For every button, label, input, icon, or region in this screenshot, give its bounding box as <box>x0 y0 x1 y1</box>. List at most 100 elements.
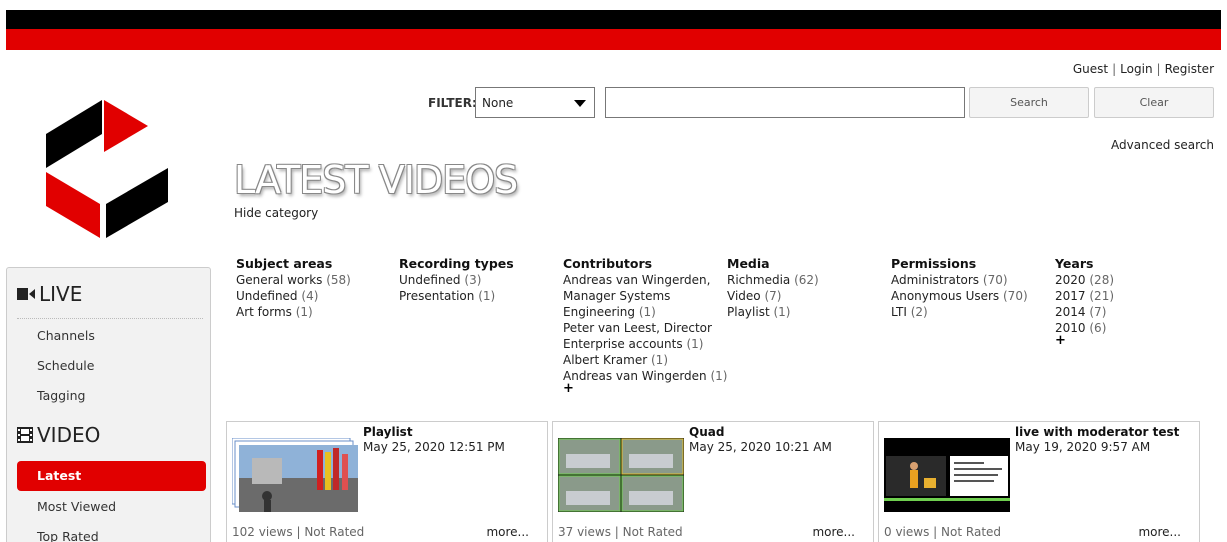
guest-link[interactable]: Guest <box>1073 62 1108 76</box>
category-item[interactable]: 2017 (21) <box>1055 288 1114 304</box>
separator: | <box>296 525 301 539</box>
login-link[interactable]: Login <box>1120 62 1152 76</box>
category-item-label: 2017 <box>1055 289 1086 303</box>
category-item[interactable]: Peter van Leest, Director <box>563 320 727 336</box>
advanced-search-link[interactable]: Advanced search <box>1111 138 1214 152</box>
live-heading: LIVE <box>17 282 82 306</box>
category-item[interactable]: Andreas van Wingerden, <box>563 272 727 288</box>
category-column: Subject areas General works (58) Undefined… <box>236 256 351 320</box>
category-item-count: (3) <box>464 273 482 287</box>
filter-selected-value: None <box>482 96 514 110</box>
category-item[interactable]: Enterprise accounts (1) <box>563 336 727 352</box>
separator: | <box>1112 62 1117 76</box>
category-item[interactable]: Richmedia (62) <box>727 272 819 288</box>
category-title: Years <box>1055 256 1094 271</box>
category-item-label: General works <box>236 273 323 287</box>
category-item-label: Manager Systems <box>563 289 671 303</box>
category-item[interactable]: Anonymous Users (70) <box>891 288 1028 304</box>
more-link[interactable]: more... <box>486 525 529 539</box>
category-title: Recording types <box>399 256 514 271</box>
category-item-label: 2014 <box>1055 305 1086 319</box>
sidebar-item-latest[interactable]: Latest <box>17 461 206 491</box>
category-item-label: Peter van Leest, Director <box>563 321 712 335</box>
search-button[interactable]: Search <box>969 87 1089 118</box>
category-item-label: Richmedia <box>727 273 791 287</box>
clear-button[interactable]: Clear <box>1094 87 1214 118</box>
category-column: Contributors Andreas van Wingerden, Manage… <box>563 256 727 395</box>
category-item[interactable]: Administrators (70) <box>891 272 1028 288</box>
category-item[interactable]: Video (7) <box>727 288 819 304</box>
category-item[interactable]: Andreas van Wingerden (1) <box>563 368 727 384</box>
category-item-count: (70) <box>982 273 1008 287</box>
category-item-label: Enterprise accounts <box>563 337 683 351</box>
category-title: Permissions <box>891 256 977 271</box>
expand-plus-icon[interactable]: + <box>1055 334 1114 347</box>
category-item[interactable]: Manager Systems <box>563 288 727 304</box>
video-title[interactable]: Playlist <box>363 425 413 439</box>
rating: Not Rated <box>304 525 365 539</box>
page-title: LATEST VIDEOS <box>234 158 518 202</box>
category-item[interactable]: Undefined (3) <box>399 272 514 288</box>
category-item-label: Anonymous Users <box>891 289 1000 303</box>
category-title: Contributors <box>563 256 653 271</box>
category-item[interactable]: Albert Kramer (1) <box>563 352 727 368</box>
view-count: 37 views <box>558 525 611 539</box>
video-card[interactable]: Playlist May 25, 2020 12:51 PM 102 views… <box>226 421 548 542</box>
search-input[interactable] <box>605 87 965 118</box>
category-item-label: LTI <box>891 305 907 319</box>
register-link[interactable]: Register <box>1165 62 1214 76</box>
category-item[interactable]: Playlist (1) <box>727 304 819 320</box>
video-camera-icon <box>17 288 35 300</box>
video-heading-label: VIDEO <box>37 423 101 447</box>
category-item-count: (58) <box>326 273 351 287</box>
category-item[interactable]: 2020 (28) <box>1055 272 1114 288</box>
category-item[interactable]: Engineering (1) <box>563 304 727 320</box>
category-item-label: Video <box>727 289 761 303</box>
video-stats: 37 views | Not Rated <box>558 525 683 539</box>
site-logo[interactable] <box>40 96 170 238</box>
video-title[interactable]: Quad <box>689 425 724 439</box>
category-item[interactable]: LTI (2) <box>891 304 1028 320</box>
sidebar-item-top-rated[interactable]: Top Rated <box>37 529 99 542</box>
category-item-count: (28) <box>1089 273 1115 287</box>
header-red-bar <box>6 29 1221 50</box>
video-card[interactable]: Quad May 25, 2020 10:21 AM 37 views | No… <box>552 421 874 542</box>
hide-category-link[interactable]: Hide category <box>234 206 318 220</box>
live-heading-label: LIVE <box>39 282 83 306</box>
category-item[interactable]: Art forms (1) <box>236 304 351 320</box>
more-link[interactable]: more... <box>812 525 855 539</box>
category-item[interactable]: 2014 (7) <box>1055 304 1114 320</box>
separator: | <box>1156 62 1161 76</box>
separator: | <box>614 525 619 539</box>
category-item[interactable]: Undefined (4) <box>236 288 351 304</box>
video-thumbnail[interactable] <box>884 438 1010 512</box>
category-item-label: Andreas van Wingerden <box>563 369 707 383</box>
more-link[interactable]: more... <box>1138 525 1181 539</box>
view-count: 102 views <box>232 525 293 539</box>
user-links: Guest | Login | Register <box>1073 62 1214 76</box>
expand-plus-icon[interactable]: + <box>563 382 727 395</box>
category-item[interactable]: Presentation (1) <box>399 288 514 304</box>
filter-select[interactable]: None <box>475 87 595 118</box>
video-thumbnail[interactable] <box>232 438 358 512</box>
category-item-count: (7) <box>764 289 782 303</box>
header-black-bar <box>6 10 1221 29</box>
sidebar-item-most-viewed[interactable]: Most Viewed <box>37 499 116 514</box>
category-item-count: (7) <box>1089 305 1107 319</box>
video-title[interactable]: live with moderator test <box>1015 425 1179 439</box>
category-item-label: Presentation <box>399 289 475 303</box>
video-stats: 102 views | Not Rated <box>232 525 364 539</box>
sidebar-item-schedule[interactable]: Schedule <box>37 358 94 373</box>
category-column: Years 2020 (28) 2017 (21) 2014 (7) 2010 (6) + <box>1055 256 1114 347</box>
category-item-count: (62) <box>794 273 819 287</box>
category-item[interactable]: General works (58) <box>236 272 351 288</box>
video-card[interactable]: live with moderator test May 19, 2020 9:… <box>878 421 1200 542</box>
video-thumbnail[interactable] <box>558 438 684 512</box>
sidebar-item-channels[interactable]: Channels <box>37 328 95 343</box>
category-item-label: Albert Kramer <box>563 353 648 367</box>
category-item-count: (1) <box>686 337 704 351</box>
sidebar-item-tagging[interactable]: Tagging <box>37 388 85 403</box>
category-item-label: Art forms <box>236 305 292 319</box>
category-item-label: Administrators <box>891 273 980 287</box>
caret-down-icon <box>574 100 586 107</box>
